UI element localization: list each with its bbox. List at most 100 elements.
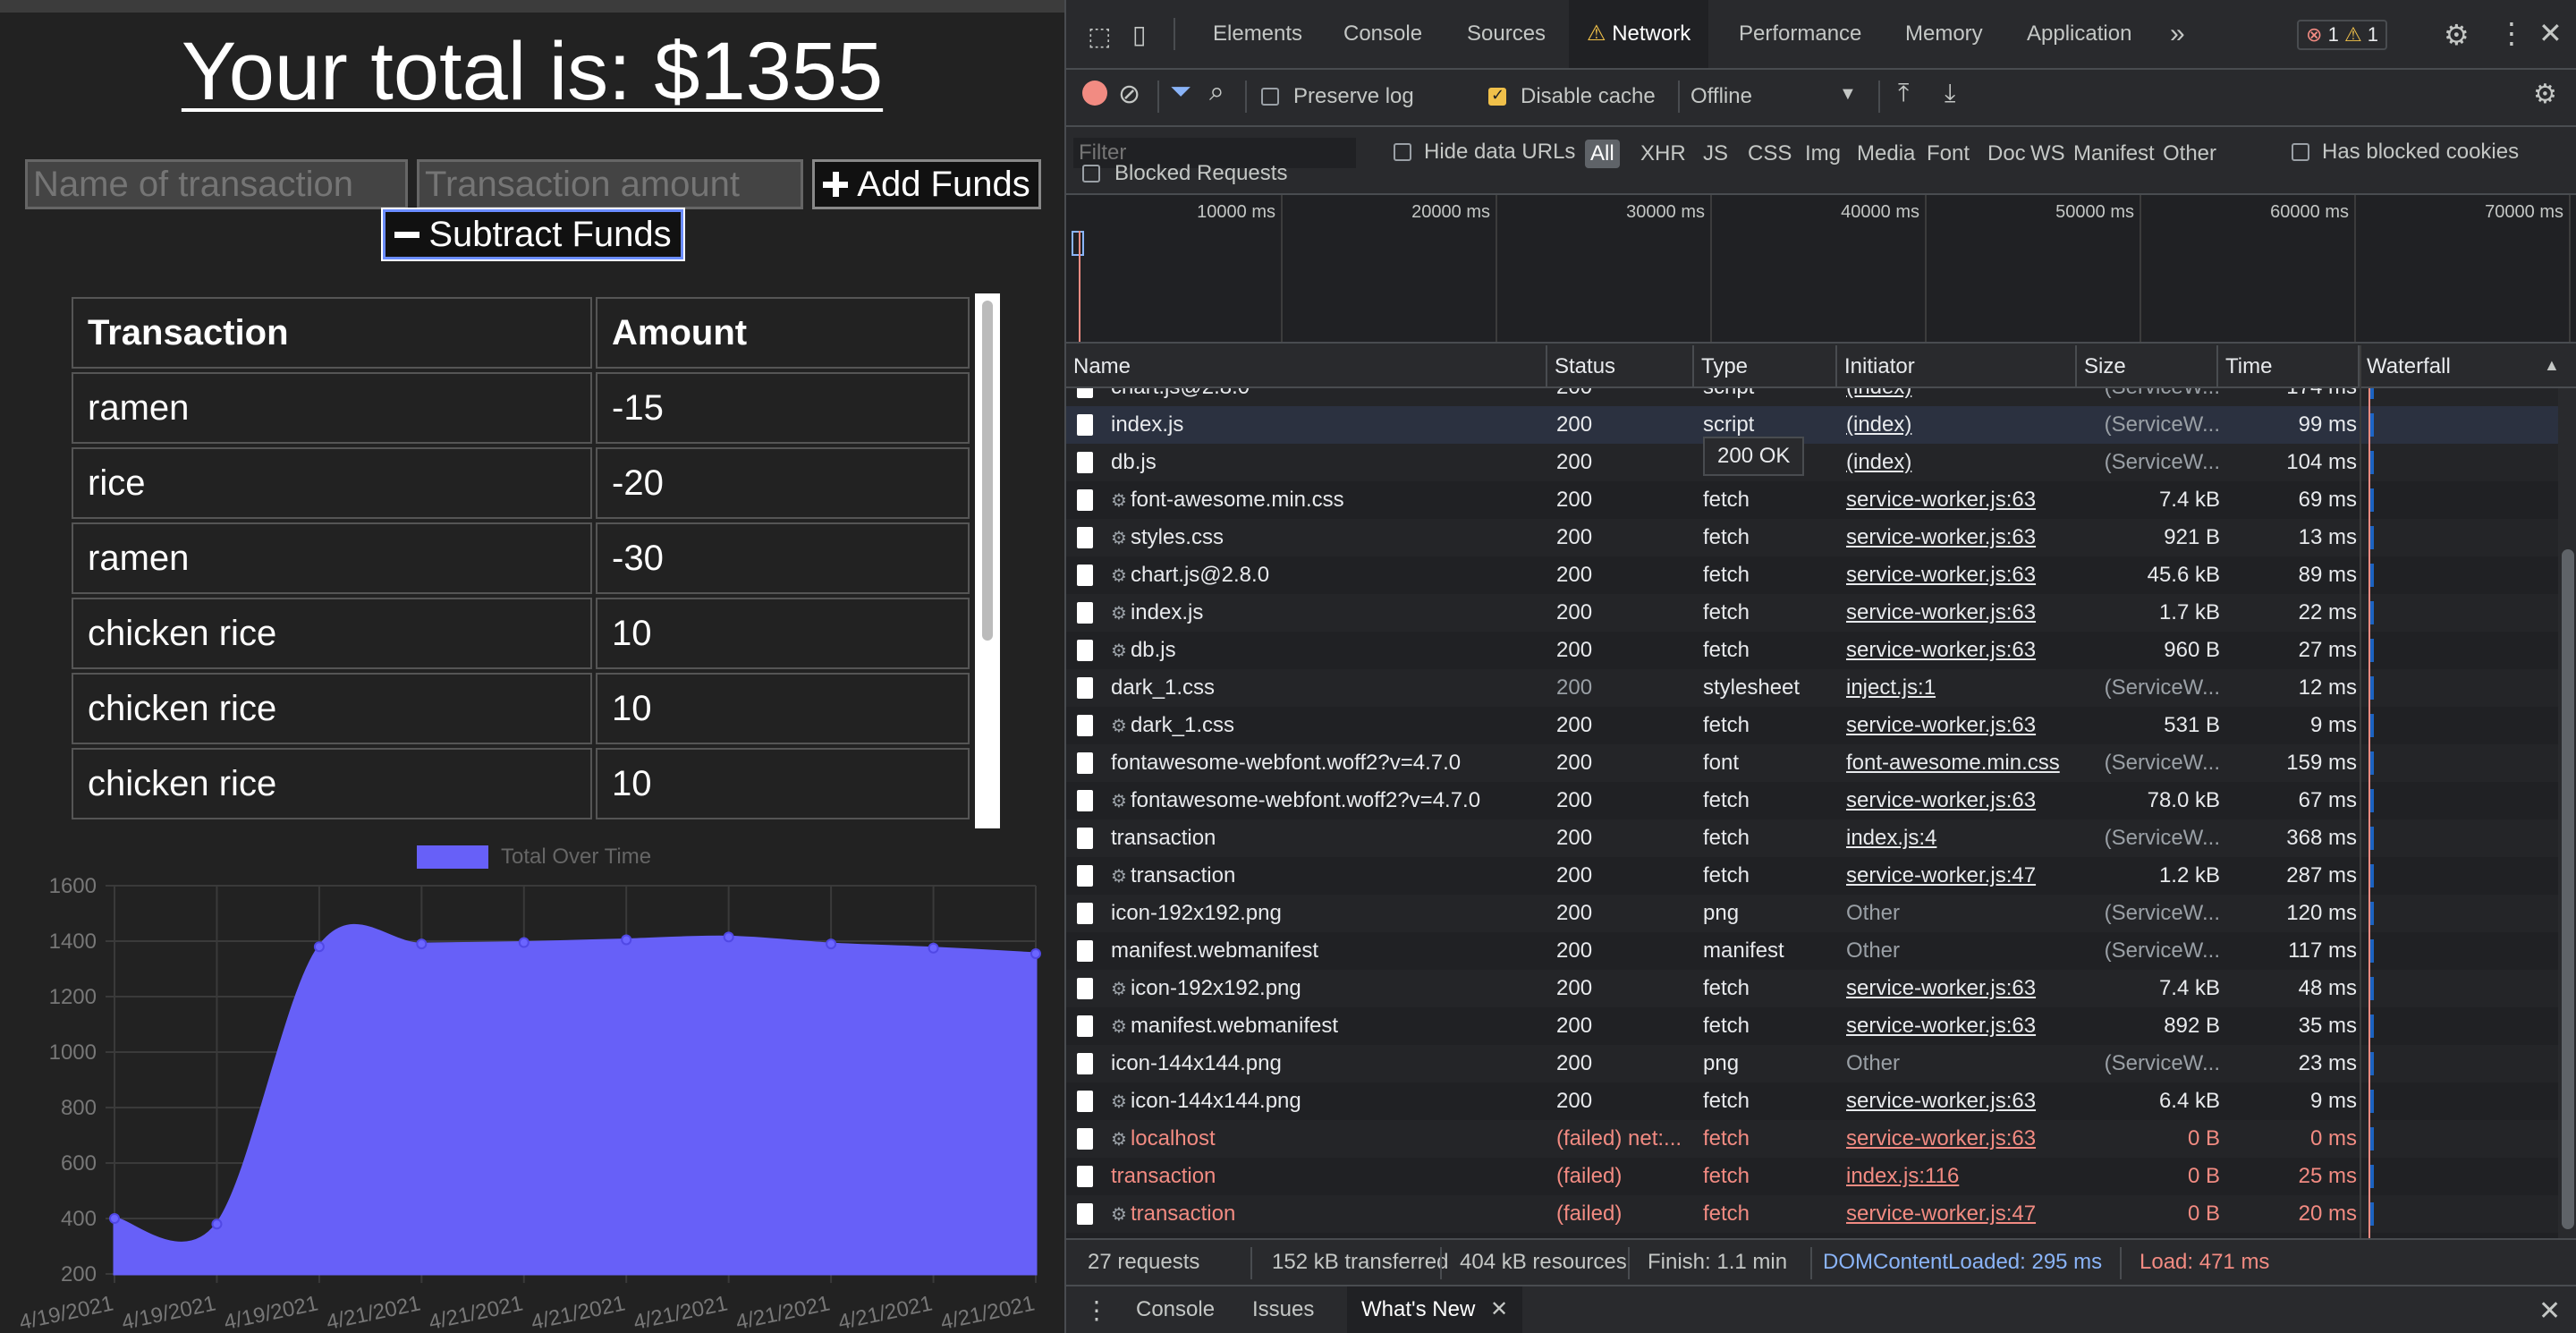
record-icon[interactable] — [1082, 81, 1107, 106]
column-status[interactable]: Status — [1547, 345, 1694, 388]
request-initiator[interactable]: (index) — [1846, 406, 2079, 444]
x-tick-label: 4/21/2021 — [631, 1291, 730, 1333]
tab-sources[interactable]: Sources — [1467, 0, 1546, 68]
column-size[interactable]: Size — [2077, 345, 2218, 388]
request-row[interactable]: ⚙ index.js 200 fetch service-worker.js:63 1.7… — [1066, 594, 2576, 632]
column-name[interactable]: Name — [1066, 345, 1547, 388]
drawer-tab-console[interactable]: Console — [1136, 1286, 1215, 1333]
request-initiator[interactable]: service-worker.js:63 — [1846, 481, 2079, 519]
subtract-funds-button[interactable]: Subtract Funds — [383, 209, 683, 259]
request-row[interactable]: transaction 200 fetch index.js:4 (ServiceW..… — [1066, 819, 2576, 857]
disable-cache-checkbox[interactable] — [1488, 86, 1506, 106]
request-row[interactable]: ⚙ localhost (failed) net:... fetch service-w… — [1066, 1120, 2576, 1158]
request-row[interactable]: ⚙ font-awesome.min.css 200 fetch service-wor… — [1066, 481, 2576, 519]
request-initiator[interactable]: index.js:4 — [1846, 819, 2079, 857]
column-time[interactable]: Time — [2218, 345, 2360, 388]
request-initiator[interactable]: service-worker.js:63 — [1846, 594, 2079, 632]
filter-icon[interactable]: ⏷ — [1170, 77, 1191, 107]
close-tab-icon[interactable]: ✕ — [1490, 1297, 1508, 1321]
request-initiator[interactable]: service-worker.js:47 — [1846, 857, 2079, 895]
inspect-element-icon[interactable]: ⬚ — [1088, 21, 1111, 51]
request-row[interactable]: fontawesome-webfont.woff2?v=4.7.0 200 font… — [1066, 744, 2576, 782]
request-row[interactable]: ⚙ dark_1.css 200 fetch service-worker.js:63 5… — [1066, 707, 2576, 744]
request-row[interactable]: ⚙ icon-144x144.png 200 fetch service-worker.… — [1066, 1083, 2576, 1120]
request-initiator[interactable]: service-worker.js:63 — [1846, 632, 2079, 669]
preserve-log-checkbox[interactable] — [1261, 88, 1279, 106]
request-initiator[interactable]: index.js:116 — [1846, 1158, 2079, 1195]
close-devtools-icon[interactable]: ✕ — [2538, 16, 2563, 50]
network-settings-icon[interactable]: ⚙ — [2533, 79, 2557, 110]
request-row[interactable]: ⚙ db.js 200 fetch service-worker.js:63 960 B 2… — [1066, 632, 2576, 669]
overview-gridline — [1496, 195, 1497, 342]
tab-performance[interactable]: Performance — [1739, 0, 1861, 68]
transaction-amount-input[interactable] — [417, 159, 803, 209]
request-row[interactable]: transaction (failed) fetch index.js:116 0 B 2… — [1066, 1158, 2576, 1195]
clear-icon[interactable]: ⊘ — [1118, 79, 1140, 110]
request-row[interactable]: icon-144x144.png 200 png Other (ServiceW... 2… — [1066, 1045, 2576, 1083]
table-scrollbar-thumb[interactable] — [982, 301, 993, 641]
add-funds-button[interactable]: Add Funds — [812, 159, 1041, 209]
table-scrollbar[interactable] — [975, 293, 1000, 828]
drawer-tab-whats-new[interactable]: What's New ✕ — [1347, 1286, 1523, 1333]
tab-memory[interactable]: Memory — [1905, 0, 1983, 68]
request-row[interactable]: chart.js@2.8.0 200 script (index) (ServiceW.… — [1066, 388, 2576, 406]
request-row[interactable]: db.js200s(index)(ServiceW...104 ms — [1066, 444, 2576, 481]
tab-network[interactable]: ⚠ Network — [1569, 0, 1709, 68]
request-name: transaction — [1073, 819, 1538, 857]
request-initiator[interactable]: service-worker.js:63 — [1846, 782, 2079, 819]
requests-scrollbar-thumb[interactable] — [2562, 549, 2574, 1229]
close-drawer-icon[interactable]: ✕ — [2538, 1295, 2561, 1327]
request-initiator[interactable]: service-worker.js:63 — [1846, 970, 2079, 1007]
request-row[interactable]: icon-192x192.png 200 png Other (ServiceW... 1… — [1066, 895, 2576, 932]
request-initiator[interactable]: service-worker.js:63 — [1846, 1120, 2079, 1158]
request-row[interactable]: ⚙ styles.css 200 fetch service-worker.js:63 9… — [1066, 519, 2576, 556]
transaction-name-input[interactable] — [25, 159, 408, 209]
requests-rows[interactable]: chart.js@2.8.0 200 script (index) (ServiceW.… — [1066, 388, 2576, 1238]
request-row[interactable]: manifest.webmanifest 200 manifest Other (Ser… — [1066, 932, 2576, 970]
chevron-down-icon[interactable]: ▼ — [1839, 84, 1857, 105]
drawer-tab-issues[interactable]: Issues — [1252, 1286, 1314, 1333]
drawer-menu-icon[interactable]: ⋮ — [1084, 1295, 1109, 1325]
transactions-table-container[interactable]: Transaction Amount ramen -15 rice -20 ramen -… — [68, 293, 1000, 828]
more-options-icon[interactable]: ⋮ — [2497, 16, 2526, 50]
request-row[interactable]: dark_1.css 200 stylesheet inject.js:1 (Servi… — [1066, 669, 2576, 707]
request-initiator[interactable]: service-worker.js:63 — [1846, 1083, 2079, 1120]
search-icon[interactable]: ⌕ — [1209, 77, 1224, 107]
throttle-select[interactable]: Offline — [1690, 84, 1752, 109]
request-initiator[interactable]: service-worker.js:63 — [1846, 556, 2079, 594]
request-initiator[interactable]: service-worker.js:63 — [1846, 707, 2079, 744]
column-initiator[interactable]: Initiator — [1837, 345, 2077, 388]
column-type[interactable]: Type — [1694, 345, 1837, 388]
request-initiator[interactable]: (index) — [1846, 444, 2079, 481]
request-type: fetch — [1703, 976, 1750, 1000]
request-row[interactable]: ⚙ icon-192x192.png 200 fetch service-worker.… — [1066, 970, 2576, 1007]
settings-gear-icon[interactable]: ⚙ — [2444, 18, 2470, 52]
request-initiator[interactable]: (index) — [1846, 388, 2079, 406]
export-har-icon[interactable]: ⤓ — [1945, 79, 1955, 108]
request-row[interactable]: ⚙ manifest.webmanifest 200 fetch service-wor… — [1066, 1007, 2576, 1045]
requests-scrollbar[interactable] — [2558, 388, 2576, 1238]
tab-application[interactable]: Application — [2027, 0, 2131, 68]
blocked-requests-checkbox[interactable] — [1082, 165, 1100, 183]
request-initiator[interactable]: font-awesome.min.css — [1846, 744, 2079, 782]
tab-console[interactable]: Console — [1343, 0, 1422, 68]
request-row[interactable]: ⚙ fontawesome-webfont.woff2?v=4.7.0 200 fet… — [1066, 782, 2576, 819]
request-initiator[interactable]: service-worker.js:63 — [1846, 519, 2079, 556]
more-tabs-icon[interactable]: » — [2170, 0, 2185, 68]
data-point — [1030, 947, 1041, 959]
issues-counter[interactable]: ⊗ 1 ⚠ 1 — [2297, 20, 2388, 50]
request-row[interactable]: ⚙ transaction (failed) fetch service-worker.… — [1066, 1195, 2576, 1233]
request-row[interactable]: ⚙ transaction 200 fetch service-worker.js:47… — [1066, 857, 2576, 895]
request-initiator[interactable]: inject.js:1 — [1846, 669, 2079, 707]
tab-elements[interactable]: Elements — [1213, 0, 1302, 68]
request-initiator[interactable]: service-worker.js:47 — [1846, 1195, 2079, 1233]
sort-ascending-icon[interactable]: ▲ — [2544, 356, 2560, 375]
service-worker-gear-icon: ⚙ — [1111, 1130, 1127, 1150]
request-row[interactable]: ⚙ chart.js@2.8.0 200 fetch service-worker.js… — [1066, 556, 2576, 594]
network-overview-timeline[interactable]: 10000 ms 20000 ms 30000 ms 40000 ms 50000 ms… — [1066, 195, 2576, 344]
request-initiator[interactable]: service-worker.js:63 — [1846, 1007, 2079, 1045]
device-toolbar-icon[interactable]: ▯ — [1132, 20, 1146, 49]
import-har-icon[interactable]: ⤒ — [1898, 79, 1909, 108]
chart-legend[interactable]: Total Over Time — [417, 845, 651, 870]
request-row[interactable]: index.js 200 script (index) (ServiceW... 99 m… — [1066, 406, 2576, 444]
